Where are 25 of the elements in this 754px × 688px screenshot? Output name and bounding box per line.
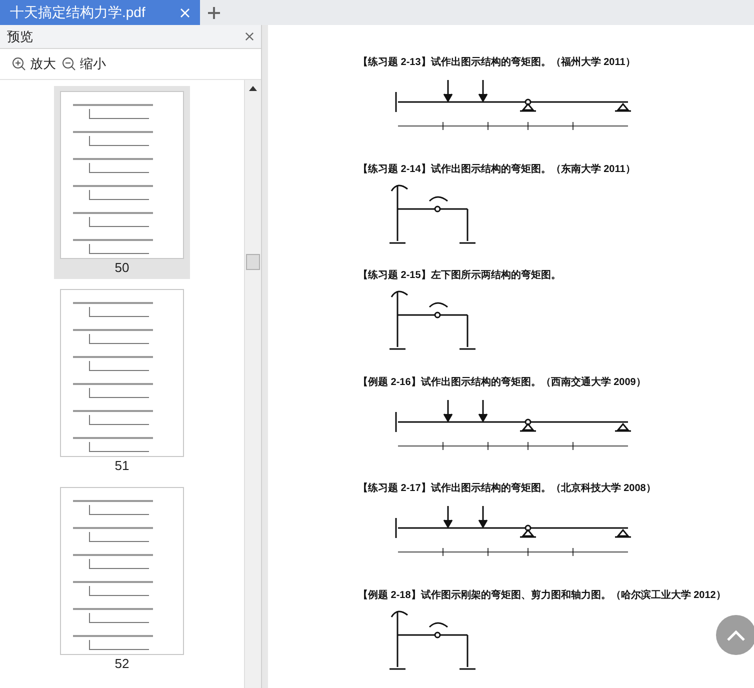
zoom-in-icon	[12, 57, 26, 71]
document-tab[interactable]: 十天搞定结构力学.pdf	[0, 0, 200, 25]
zoom-out-button[interactable]: 缩小	[62, 54, 106, 74]
problem-heading: 【例题 2-18】试作图示刚架的弯矩图、剪力图和轴力图。（哈尔滨工业大学 2012）	[358, 588, 727, 602]
zoom-out-icon	[62, 57, 76, 71]
problem-heading: 【练习题 2-17】试作出图示结构的弯矩图。（北京科技大学 2008）	[358, 481, 657, 496]
page-thumbnail-card[interactable]: 52	[54, 482, 190, 675]
problem-heading: 【练习题 2-15】左下图所示两结构的弯矩图。	[358, 268, 562, 283]
page-thumbnail-card[interactable]: 51	[54, 284, 190, 477]
chevron-up-icon	[726, 629, 746, 641]
problem-heading: 【练习题 2-14】试作出图示结构的弯矩图。（东南大学 2011）	[358, 162, 636, 176]
panel-title: 预览	[7, 28, 33, 46]
scrollbar-thumb[interactable]	[246, 254, 260, 270]
scrollbar[interactable]	[244, 80, 261, 688]
problem-heading: 【练习题 2-13】试作出图示结构的弯矩图。（福州大学 2011）	[358, 55, 636, 70]
close-icon[interactable]	[245, 32, 254, 41]
page-number: 50	[114, 261, 130, 275]
scroll-to-top-button[interactable]	[716, 615, 754, 655]
scroll-up-icon[interactable]	[249, 86, 257, 91]
page-number: 51	[114, 459, 130, 473]
problem-heading: 【例题 2-16】试作出图示结构的弯矩图。（西南交通大学 2009）	[358, 375, 647, 390]
zoom-in-button[interactable]: 放大	[12, 54, 56, 74]
add-tab-icon[interactable]	[208, 6, 220, 18]
page-thumbnail-card[interactable]: 50	[54, 86, 190, 279]
page-number: 52	[114, 657, 130, 671]
